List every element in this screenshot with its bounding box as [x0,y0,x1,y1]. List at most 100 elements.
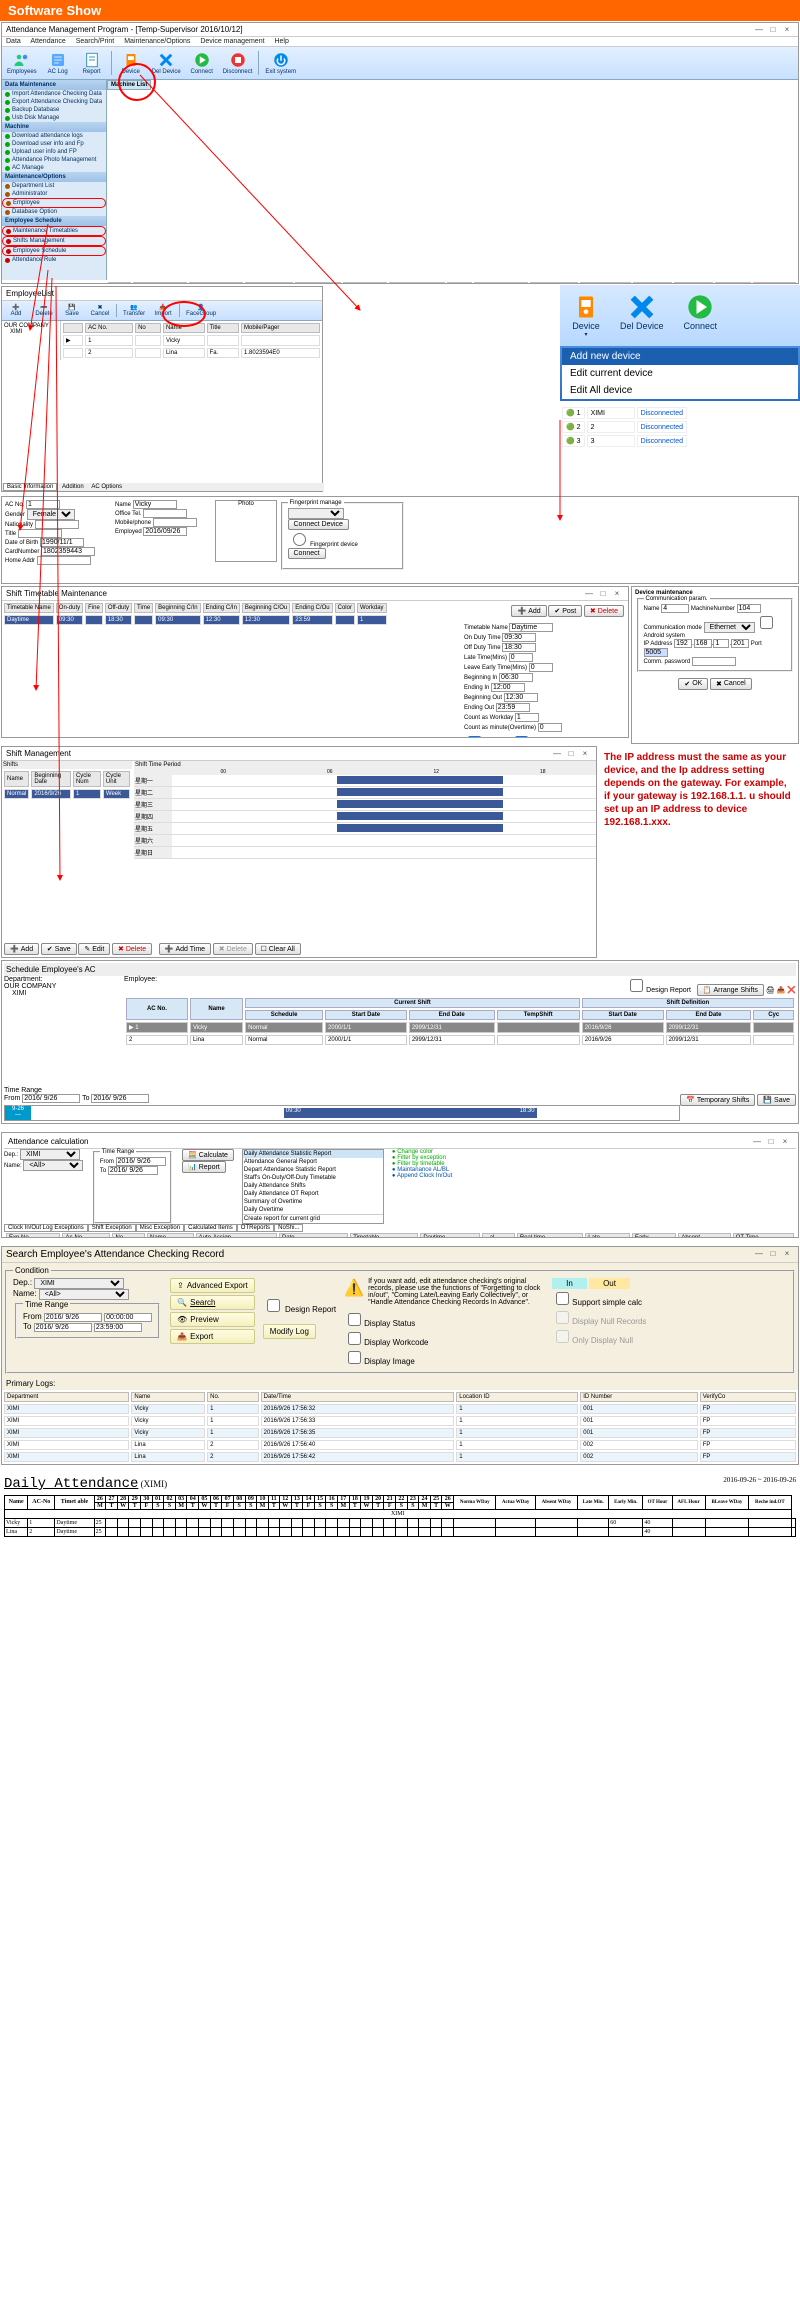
tt-post-btn[interactable]: ✔ Post [548,605,582,617]
dm-mn[interactable] [737,604,761,613]
emp-del[interactable]: ➖Delete [31,302,57,319]
min-btn[interactable]: — [752,25,766,34]
dm-ok[interactable]: ✔ OK [678,678,708,690]
dev-status-row[interactable]: 🟢 22Disconnected [562,421,687,433]
sm-addtime[interactable]: ➕ Add Time [159,943,211,955]
s-to-t[interactable] [94,1323,142,1332]
eo-input[interactable] [496,703,530,712]
export-btn[interactable]: 📤 Export [170,1329,255,1344]
s-to-d[interactable] [34,1323,92,1332]
menu-maint[interactable]: Maintenance/Options [124,38,190,45]
acno-input[interactable] [26,500,60,509]
on-input[interactable] [502,633,536,642]
menu-attendance[interactable]: Attendance [30,38,65,45]
rm-7[interactable]: Daily Overtime [243,1206,383,1214]
ds-ck[interactable] [348,1313,361,1326]
big-deldevice[interactable]: Del Device [612,289,672,342]
mci-check[interactable] [468,736,481,738]
rm-8[interactable]: Create report for current grid [243,1214,383,1223]
search-row[interactable]: XIMIVicky12016/9/26 17:56:331001FP [4,1416,796,1426]
sm-del[interactable]: ✖ Delete [112,943,152,955]
calc-dep[interactable]: XIMI [20,1149,80,1160]
tt-del-btn[interactable]: ✖ Delete [584,605,624,617]
emp-row[interactable]: ▶1Vicky [63,335,320,346]
dm-cancel[interactable]: ✖ Cancel [710,678,752,690]
emp-add[interactable]: ➕Add [3,302,29,319]
report-btn[interactable]: 📊 Report [182,1161,226,1173]
dev-status-row[interactable]: 🟢 33Disconnected [562,435,687,447]
di-ck[interactable] [348,1351,361,1364]
tab-machinelist[interactable]: Machine List [107,80,151,90]
tree-comp2[interactable]: OUR COMPANY [4,983,124,990]
save-btn[interactable]: 💾 Save [757,1094,796,1106]
calc-name[interactable]: <All> [23,1160,83,1171]
fpd-radio[interactable] [293,533,306,546]
title-input[interactable] [18,529,62,538]
sb-backup[interactable]: Backup Database [2,106,106,114]
sb-dept[interactable]: Department List [2,182,106,190]
tb-device[interactable]: Device [115,49,147,77]
tb-deldevice[interactable]: Del Device [149,49,184,77]
birth-input[interactable] [40,538,84,547]
dd-add[interactable]: Add new device [562,348,798,365]
dm-port[interactable] [644,648,668,657]
calc-from[interactable] [116,1157,166,1166]
tt-add-btn[interactable]: ➕ Add [511,605,546,617]
s-dep[interactable]: XIMI [34,1278,124,1289]
sb-ul-user[interactable]: Upload user info and FP [2,148,106,156]
sb-acmanage[interactable]: AC Manage [2,164,106,172]
fp-select[interactable] [288,508,344,519]
sb-import[interactable]: Import Attendance Checking Data [2,90,106,98]
max-btn[interactable]: □ [766,25,780,34]
search-row[interactable]: XIMILina22016/9/26 17:56:421002FP [4,1452,796,1462]
close-btn[interactable]: × [780,25,794,34]
dm-android[interactable] [760,616,773,629]
menu-help[interactable]: Help [274,38,288,45]
rm-2[interactable]: Depart Attendance Statistic Report [243,1166,383,1174]
cm-input[interactable] [538,723,562,732]
ei-input[interactable] [491,683,525,692]
tb-report[interactable]: Report [76,49,108,77]
tab-acopt[interactable]: AC Options [88,484,125,490]
dm-pw[interactable] [692,657,736,666]
arrange-shifts-btn[interactable]: 📋 Arrange Shifts [697,984,764,996]
modify-log-btn[interactable]: Modify Log [263,1324,316,1339]
bo-input[interactable] [504,693,538,702]
menu-search[interactable]: Search/Print [76,38,115,45]
rm-3[interactable]: Staff's On-Duty/Off-Duty Timetable [243,1174,383,1182]
bi-input[interactable] [499,673,533,682]
dd-edit-all[interactable]: Edit All device [562,382,798,399]
s-name[interactable]: <All> [39,1289,129,1300]
s-from-d[interactable] [44,1313,102,1322]
ip4[interactable] [731,639,749,648]
emp-cancel[interactable]: ✖Cancel [87,302,113,319]
sb-sched[interactable]: Employee Schedule [2,246,106,256]
late-input[interactable] [509,653,533,662]
tb-disconnect[interactable]: Disconnect [220,49,256,77]
sched-row[interactable]: ▶ 1VickyNormal2000/1/12999/12/312016/9/2… [126,1022,794,1033]
calc-btn[interactable]: 🧮 Calculate [182,1149,234,1161]
side-4[interactable]: ● Append Clock In/Out [392,1173,452,1179]
le-input[interactable] [529,663,553,672]
sb-dl-user[interactable]: Download user info and Fp [2,140,106,148]
adv-export-btn[interactable]: ⇪ Advanced Export [170,1278,255,1293]
sm-save[interactable]: ✔ Save [41,943,77,955]
ssc-ck[interactable] [556,1292,569,1305]
emp-import[interactable]: 📥Import [150,302,176,319]
search-row[interactable]: XIMIVicky12016/9/26 17:56:351001FP [4,1428,796,1438]
rm-5[interactable]: Daily Attendance OT Report [243,1190,383,1198]
big-connect[interactable]: Connect [676,289,726,342]
rm-6[interactable]: Summary of Overtime [243,1198,383,1206]
mob-input[interactable] [153,518,197,527]
sb-dl-logs[interactable]: Download attendance logs [2,132,106,140]
nat-input[interactable] [35,520,79,529]
sb-db[interactable]: Database Option [2,208,106,216]
emp-facegroup[interactable]: 👤FaceGroup [183,302,219,319]
calc-tab[interactable]: Misc Exception [136,1224,184,1232]
rm-1[interactable]: Attendance General Report [243,1158,383,1166]
preview-btn[interactable]: 👁 Preview [170,1312,255,1327]
calc-tab[interactable]: Calculated Items [184,1224,237,1232]
tab-add[interactable]: Addition [59,484,87,490]
dw-ck[interactable] [348,1332,361,1345]
ip1[interactable] [674,639,692,648]
